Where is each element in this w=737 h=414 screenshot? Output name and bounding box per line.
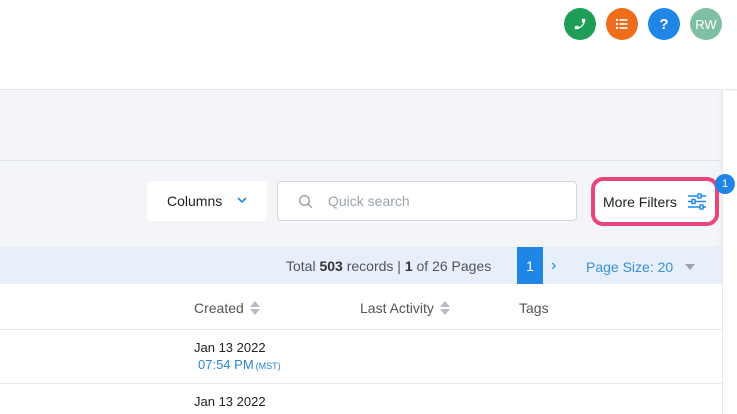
sort-icon[interactable] — [439, 301, 450, 315]
created-time[interactable]: 07:54 PM (MST) — [198, 357, 281, 372]
columns-dropdown-button[interactable]: Columns — [147, 181, 267, 221]
column-header-label: Created — [194, 300, 244, 316]
phone-button[interactable] — [564, 8, 596, 40]
timezone-label: (MST) — [255, 361, 281, 371]
task-list-button[interactable] — [606, 8, 638, 40]
column-header-created[interactable]: Created — [194, 300, 260, 316]
list-icon — [615, 18, 628, 30]
column-header-label: Tags — [519, 300, 549, 316]
header-divider — [0, 329, 722, 330]
sort-icon[interactable] — [249, 301, 260, 315]
filter-count-badge: 1 — [715, 174, 735, 194]
avatar-initials: RW — [695, 16, 717, 32]
quick-search-input[interactable] — [328, 190, 558, 212]
page-count-label: of 26 Pages — [416, 258, 492, 274]
column-header-last-activity[interactable]: Last Activity — [360, 300, 450, 316]
column-header-tags: Tags — [519, 300, 549, 316]
quick-search-box — [277, 181, 577, 221]
created-date: Jan 13 2022 — [194, 394, 266, 409]
records-label: records | — [346, 258, 401, 274]
page-size-caret-icon[interactable] — [685, 264, 695, 270]
search-icon — [298, 194, 313, 209]
phone-icon — [574, 18, 586, 30]
time-value: 07:54 PM — [198, 357, 254, 372]
total-label: Total — [286, 258, 316, 274]
records-summary: Total 503 records | 1 of 26 Pages — [286, 258, 491, 274]
chevron-down-icon — [237, 197, 247, 204]
more-filters-label: More Filters — [603, 193, 677, 210]
columns-label: Columns — [167, 193, 223, 209]
help-button[interactable]: ? — [648, 8, 680, 40]
avatar[interactable]: RW — [690, 8, 722, 40]
sliders-icon — [688, 193, 706, 210]
page-size-select[interactable]: Page Size: 20 — [586, 259, 673, 275]
created-date: Jan 13 2022 — [194, 340, 266, 355]
current-page-number: 1 — [404, 258, 413, 274]
total-records: 503 — [319, 258, 343, 274]
side-panel-edge — [722, 91, 737, 414]
section-divider — [0, 160, 722, 161]
help-icon: ? — [659, 15, 669, 33]
row-divider — [0, 383, 722, 384]
next-page-button[interactable]: › — [551, 257, 563, 274]
page-button-current[interactable]: 1 — [517, 247, 543, 284]
column-header-label: Last Activity — [360, 300, 434, 316]
top-bar: ? RW — [0, 0, 737, 90]
more-filters-button[interactable]: More Filters — [591, 177, 719, 226]
